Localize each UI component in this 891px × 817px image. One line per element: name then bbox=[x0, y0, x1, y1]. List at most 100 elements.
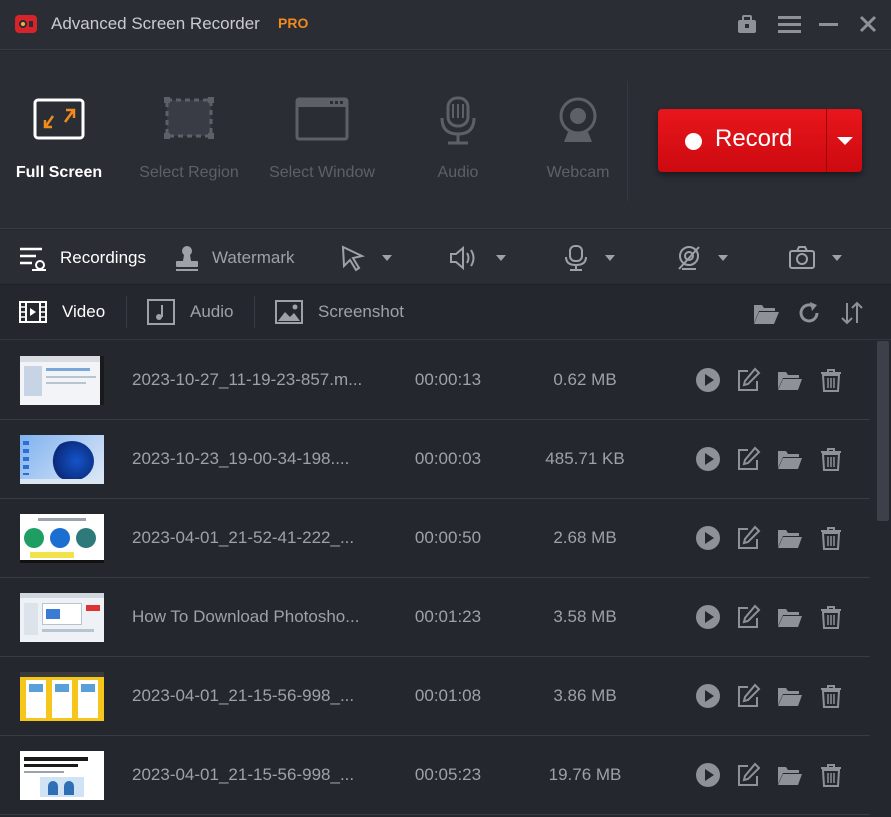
capture-mode-toolbar: Full Screen Select Region Select Window bbox=[0, 51, 891, 229]
edit-icon[interactable] bbox=[735, 446, 761, 472]
tab-label: Video bbox=[62, 302, 106, 321]
scrollbar-thumb[interactable] bbox=[877, 341, 889, 521]
trash-icon[interactable] bbox=[818, 762, 844, 788]
video-thumbnail[interactable] bbox=[20, 751, 104, 800]
full-screen-icon bbox=[33, 98, 85, 140]
media-tabs: Video Audio Screenshot bbox=[0, 286, 891, 340]
video-thumbnail[interactable] bbox=[20, 435, 104, 484]
select-region-icon bbox=[164, 97, 214, 139]
recording-size: 2.68 MB bbox=[553, 528, 617, 547]
mode-label: Full Screen bbox=[15, 164, 103, 181]
recordings-label: Recordings bbox=[60, 247, 146, 267]
title-bar: Advanced Screen Recorder PRO bbox=[0, 0, 891, 50]
play-icon[interactable] bbox=[695, 446, 721, 472]
watermark-button[interactable]: Watermark bbox=[174, 230, 295, 285]
table-row[interactable]: 2023-04-01_21-15-56-998_... 00:01:08 3.8… bbox=[0, 657, 870, 736]
table-row[interactable]: 2023-10-23_19-00-34-198.... 00:00:03 485… bbox=[0, 420, 870, 499]
pro-badge: PRO bbox=[278, 15, 309, 31]
chevron-down-icon bbox=[718, 254, 728, 261]
folder-icon[interactable] bbox=[777, 525, 803, 551]
app-title: Advanced Screen Recorder bbox=[51, 14, 260, 33]
trash-icon[interactable] bbox=[818, 683, 844, 709]
folder-icon[interactable] bbox=[777, 762, 803, 788]
table-row[interactable]: 2023-10-27_11-19-23-857.m... 00:00:13 0.… bbox=[0, 341, 870, 420]
screenshot-settings-dropdown[interactable] bbox=[788, 230, 842, 285]
play-icon[interactable] bbox=[695, 525, 721, 551]
recording-size: 3.58 MB bbox=[553, 607, 617, 626]
image-icon bbox=[275, 300, 303, 324]
microphone-settings-dropdown[interactable] bbox=[563, 230, 615, 285]
mode-audio[interactable]: Audio bbox=[418, 96, 498, 182]
recording-duration: 00:00:03 bbox=[414, 449, 482, 468]
options-bar: Recordings Watermark bbox=[0, 230, 891, 285]
folder-icon[interactable] bbox=[777, 367, 803, 393]
table-row[interactable]: 2023-04-01_21-52-41-222_... 00:00:50 2.6… bbox=[0, 499, 870, 578]
recording-name: 2023-10-27_11-19-23-857.m... bbox=[132, 370, 363, 389]
video-thumbnail[interactable] bbox=[20, 356, 104, 405]
mode-label: Select Region bbox=[139, 164, 239, 181]
video-thumbnail[interactable] bbox=[20, 514, 104, 563]
edit-icon[interactable] bbox=[735, 367, 761, 393]
recording-duration: 00:00:13 bbox=[414, 370, 482, 389]
edit-icon[interactable] bbox=[735, 683, 761, 709]
webcam-icon bbox=[559, 97, 597, 142]
speaker-settings-dropdown[interactable] bbox=[448, 230, 506, 285]
sort-icon[interactable] bbox=[838, 299, 866, 327]
play-icon[interactable] bbox=[695, 604, 721, 630]
folder-icon[interactable] bbox=[777, 446, 803, 472]
watermark-label: Watermark bbox=[212, 247, 295, 267]
edit-icon[interactable] bbox=[735, 762, 761, 788]
edit-icon[interactable] bbox=[735, 604, 761, 630]
play-icon[interactable] bbox=[695, 762, 721, 788]
trash-icon[interactable] bbox=[818, 446, 844, 472]
film-icon bbox=[19, 301, 47, 323]
webcam-settings-dropdown[interactable] bbox=[676, 230, 728, 285]
recordings-button[interactable]: Recordings bbox=[18, 230, 146, 285]
table-row[interactable]: 2023-04-01_21-15-56-998_... 00:05:23 19.… bbox=[0, 736, 870, 815]
tab-video[interactable]: Video bbox=[18, 286, 105, 338]
refresh-icon[interactable] bbox=[795, 299, 823, 327]
recording-name: 2023-04-01_21-52-41-222_... bbox=[132, 528, 355, 547]
video-thumbnail[interactable] bbox=[20, 672, 104, 721]
mode-webcam[interactable]: Webcam bbox=[538, 96, 618, 182]
cursor-settings-dropdown[interactable] bbox=[340, 230, 392, 285]
recording-duration: 00:05:23 bbox=[414, 765, 482, 784]
record-button[interactable]: Record bbox=[658, 109, 862, 172]
tab-screenshot[interactable]: Screenshot bbox=[274, 286, 404, 338]
tab-audio[interactable]: Audio bbox=[146, 286, 233, 338]
edit-icon[interactable] bbox=[735, 525, 761, 551]
mode-label: Select Window bbox=[269, 164, 375, 181]
recordings-list-icon bbox=[20, 247, 46, 271]
app-logo-icon bbox=[15, 15, 37, 33]
trash-icon[interactable] bbox=[818, 525, 844, 551]
table-row[interactable]: How To Download Photosho... 00:01:23 3.5… bbox=[0, 578, 870, 657]
record-label: Record bbox=[715, 125, 793, 152]
minimize-icon[interactable] bbox=[816, 12, 840, 36]
folder-icon[interactable] bbox=[777, 604, 803, 630]
trash-icon[interactable] bbox=[818, 367, 844, 393]
tab-divider bbox=[126, 296, 127, 328]
play-icon[interactable] bbox=[695, 683, 721, 709]
mode-select-region[interactable]: Select Region bbox=[130, 96, 248, 182]
mode-select-window[interactable]: Select Window bbox=[258, 96, 386, 182]
menu-icon[interactable] bbox=[777, 12, 801, 36]
folder-open-icon[interactable] bbox=[752, 299, 780, 327]
play-icon[interactable] bbox=[695, 367, 721, 393]
microphone-icon bbox=[440, 96, 476, 145]
microphone-icon bbox=[565, 244, 587, 271]
recording-name: 2023-10-23_19-00-34-198.... bbox=[132, 449, 350, 468]
chevron-down-icon bbox=[382, 254, 392, 261]
video-thumbnail[interactable] bbox=[20, 593, 104, 642]
recording-name: 2023-04-01_21-15-56-998_... bbox=[132, 686, 355, 705]
mode-full-screen[interactable]: Full Screen bbox=[12, 96, 106, 182]
toolbar-divider bbox=[627, 81, 628, 201]
recording-size: 0.62 MB bbox=[553, 370, 617, 389]
webcam-off-icon bbox=[678, 245, 700, 270]
speaker-icon bbox=[450, 245, 475, 270]
trash-icon[interactable] bbox=[818, 604, 844, 630]
toolbox-icon[interactable] bbox=[735, 12, 759, 36]
recording-duration: 00:01:23 bbox=[414, 607, 482, 626]
folder-icon[interactable] bbox=[777, 683, 803, 709]
record-options-dropdown[interactable] bbox=[827, 109, 862, 172]
close-icon[interactable] bbox=[856, 12, 880, 36]
